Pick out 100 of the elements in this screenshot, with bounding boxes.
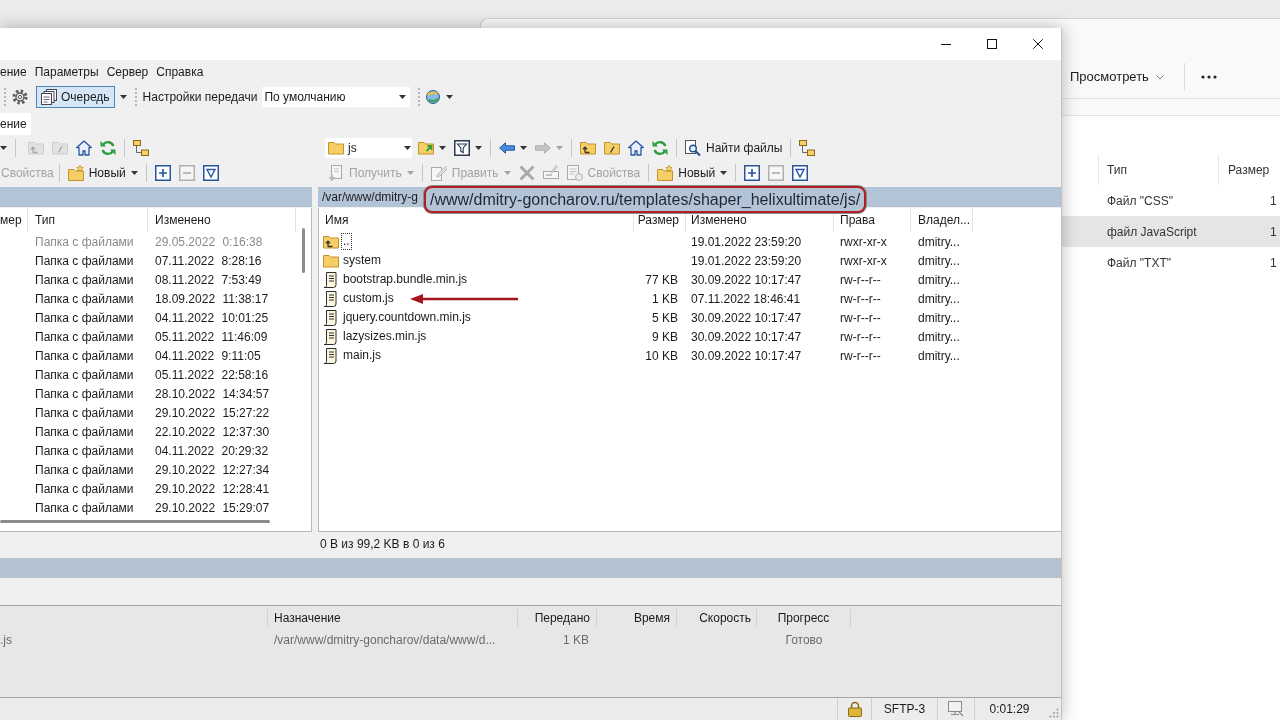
file-type: Папка с файлами	[35, 405, 134, 420]
view-button[interactable]: Просмотреть	[1062, 63, 1172, 91]
transfer-settings-select[interactable]: По умолчанию	[262, 87, 411, 107]
tree-icon	[799, 139, 816, 156]
column-header[interactable]: Права	[840, 211, 875, 229]
path-callout: /www/dmitry-goncharov.ru/templates/shaper_helixultimate/js/	[424, 186, 867, 213]
scrollbar-thumb[interactable]	[302, 228, 305, 273]
new-button[interactable]: Новый	[653, 161, 732, 184]
column-header[interactable]: Время	[633, 609, 670, 627]
file-name[interactable]: jquery.countdown.min.js	[341, 309, 473, 326]
folder-up-icon	[580, 139, 596, 156]
list-row[interactable]: Папка с файлами 04.11.2022 20:29:32	[0, 441, 296, 460]
list-row[interactable]: Папка с файлами 28.10.2022 14:34:57	[0, 384, 296, 403]
script-file-icon	[323, 290, 339, 307]
maximize-icon	[987, 39, 997, 49]
modified-date: 28.10.2022 14:34:57	[155, 386, 270, 401]
list-row[interactable]: Папка с файлами 18.09.2022 11:38:17	[0, 289, 296, 308]
stacked-pages-icon	[41, 89, 57, 105]
list-row[interactable]: Папка с файлами 04.11.2022 9:11:05	[0, 346, 296, 365]
list-row[interactable]: main.js 10 KB 30.09.2022 10:17:47 rw-r--r-- dmitry...	[319, 346, 1061, 365]
file-name[interactable]: custom.js	[341, 290, 396, 307]
column-header[interactable]: Передано	[534, 609, 590, 627]
column-header[interactable]: Имя	[325, 211, 349, 229]
new-button[interactable]: Новый	[63, 161, 142, 184]
column-header[interactable]: Тип	[35, 211, 55, 229]
refresh-icon	[652, 139, 668, 156]
owner: dmitry...	[918, 272, 960, 287]
file-type: Папка с файлами	[35, 462, 134, 477]
folder-star-icon	[67, 164, 84, 181]
list-row[interactable]: Файл "CSS" 1	[1062, 185, 1280, 216]
script-file-icon	[323, 347, 339, 364]
list-row[interactable]: Папка с файлами 29.10.2022 12:27:34	[0, 460, 296, 479]
list-row[interactable]: custom.js 1 KB 07.11.2022 18:46:41 rw-r--r-- dmitry...	[319, 289, 1061, 308]
session-tab[interactable]: ение	[0, 113, 31, 135]
owner: dmitry...	[918, 348, 960, 363]
transfer-settings-label: Настройки передачи	[142, 89, 258, 106]
list-row[interactable]: jquery.countdown.min.js 5 KB 30.09.2022 10:17:47 rw-r--r-- dmitry...	[319, 308, 1061, 327]
owner: dmitry...	[918, 253, 960, 268]
elapsed-time: 0:01:29	[989, 701, 1030, 718]
list-row[interactable]: Папка с файлами 08.11.2022 7:53:49	[0, 270, 296, 289]
list-row[interactable]: Папка с файлами 29.10.2022 12:28:41	[0, 479, 296, 498]
list-row[interactable]: Папка с файлами 05.11.2022 11:46:09	[0, 327, 296, 346]
list-row[interactable]: system 19.01.2022 23:59:20 rwxr-xr-x dmitry...	[319, 251, 1061, 270]
column-header[interactable]: Размер	[637, 211, 679, 229]
file-type: Папка с файлами	[35, 329, 134, 344]
folder-icon	[328, 139, 344, 156]
list-row[interactable]: Папка с файлами 29.05.2022 0:16:38	[0, 232, 296, 251]
file-name[interactable]: lazysizes.min.js	[341, 328, 429, 345]
list-row[interactable]: lazysizes.min.js 9 KB 30.09.2022 10:17:47 rw-r--r-- dmitry...	[319, 327, 1061, 346]
list-row[interactable]: Файл "TXT" 1	[1062, 247, 1280, 278]
column-header[interactable]: Назначение	[274, 609, 341, 627]
tree-icon	[133, 139, 149, 156]
list-row[interactable]: Папка с файлами 29.10.2022 15:27:22	[0, 403, 296, 422]
more-icon	[1200, 75, 1217, 79]
scrollbar-thumb[interactable]	[0, 519, 270, 523]
list-row[interactable]: .. 19.01.2022 23:59:20 rwxr-xr-x dmitry...	[319, 232, 1061, 251]
file-type: Папка с файлами	[35, 500, 134, 515]
list-row[interactable]: файл JavaScript 1	[1062, 216, 1280, 247]
home-icon	[628, 139, 644, 156]
minimize-icon	[941, 43, 951, 45]
caret-icon	[520, 145, 527, 150]
caret-icon	[404, 145, 411, 150]
column-header[interactable]: Размер	[1228, 161, 1270, 179]
column-header[interactable]: Скорость	[699, 609, 751, 627]
list-row[interactable]: Папка с файлами 29.10.2022 15:29:07	[0, 498, 296, 517]
protocol-label: SFTP-3	[883, 701, 926, 718]
caret-icon	[475, 145, 482, 150]
caret-icon[interactable]	[119, 95, 127, 99]
column-header[interactable]: мер	[0, 211, 22, 229]
menu-item[interactable]: Справка	[156, 63, 204, 81]
list-row[interactable]: Папка с файлами 07.11.2022 8:28:16	[0, 251, 296, 270]
back-arrow-icon	[499, 141, 515, 154]
list-row[interactable]: Папка с файлами 05.11.2022 22:58:16	[0, 365, 296, 384]
column-header[interactable]: Изменено	[691, 211, 747, 229]
column-header[interactable]: Изменено	[155, 211, 211, 229]
menu-item[interactable]: ение	[0, 63, 27, 81]
file-type: Папка с файлами	[35, 291, 134, 306]
caret-icon	[406, 170, 414, 175]
file-name[interactable]: system	[341, 252, 383, 269]
list-row[interactable]: Папка с файлами 22.10.2022 12:37:30	[0, 422, 296, 441]
column-header[interactable]: Владел...	[918, 211, 970, 229]
modified-date: 19.01.2022 23:59:20	[691, 253, 802, 268]
column-header[interactable]: Тип	[1107, 161, 1127, 179]
caret-icon	[446, 95, 454, 99]
modified-date: 29.05.2022 0:16:38	[155, 234, 263, 249]
file-name[interactable]: ..	[341, 233, 352, 250]
list-row[interactable]: Папка с файлами 04.11.2022 10:01:25	[0, 308, 296, 327]
modified-date: 29.10.2022 12:27:34	[155, 462, 270, 477]
caret-icon[interactable]	[0, 145, 7, 150]
column-header[interactable]: Прогресс	[777, 609, 830, 627]
queue-button[interactable]: Очередь	[36, 86, 115, 108]
file-name[interactable]: bootstrap.bundle.min.js	[341, 271, 470, 288]
find-files-button[interactable]: Найти файлы	[681, 136, 787, 159]
rename-icon	[542, 164, 559, 181]
file-name[interactable]: main.js	[341, 347, 383, 364]
menu-item[interactable]: Параметры	[34, 63, 99, 81]
folder-arrow-icon	[418, 139, 434, 156]
list-row[interactable]: bootstrap.bundle.min.js 77 KB 30.09.2022 10:17:47 rw-r--r-- dmitry...	[319, 270, 1061, 289]
menu-item[interactable]: Сервер	[106, 63, 149, 81]
path-combo[interactable]: js	[325, 137, 412, 158]
